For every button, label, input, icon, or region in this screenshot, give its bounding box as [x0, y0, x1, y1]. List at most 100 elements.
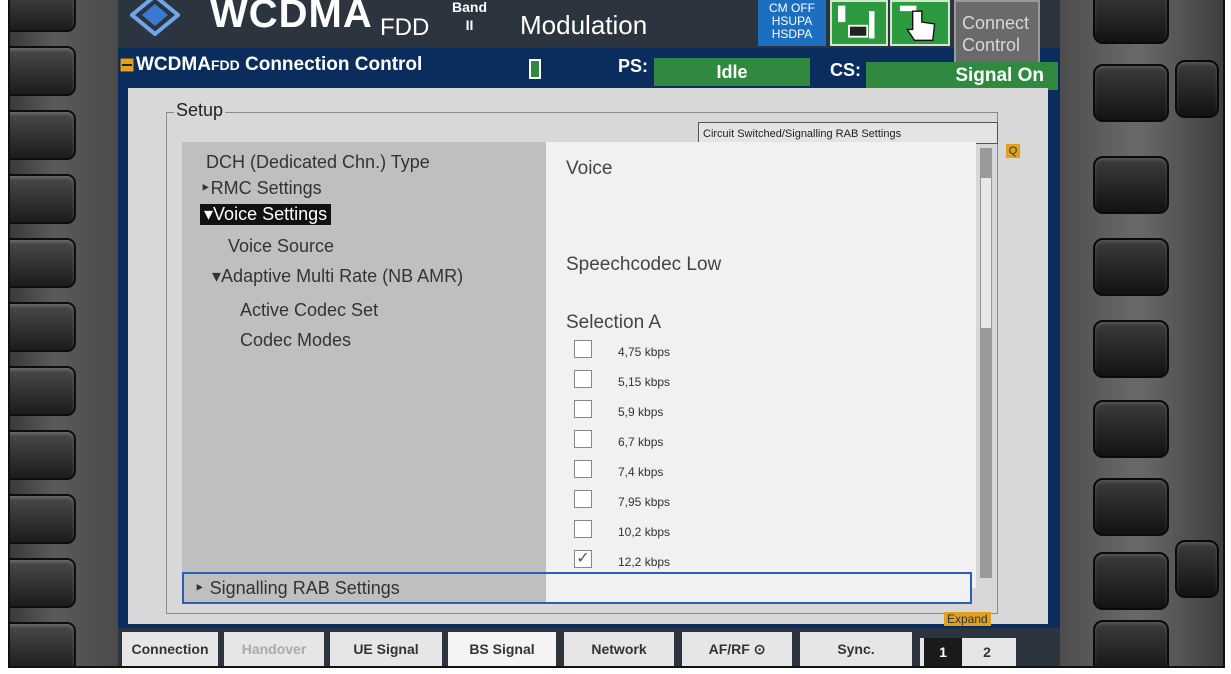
right-bezel — [1053, 0, 1223, 666]
right-softkey-7[interactable] — [1093, 478, 1169, 536]
left-softkey-11[interactable] — [10, 622, 76, 666]
codec-mode-label: 7,4 kbps — [618, 465, 664, 479]
left-softkey-3[interactable] — [10, 110, 76, 160]
left-softkey-2[interactable] — [10, 46, 76, 96]
right-softkey-2[interactable] — [1093, 64, 1169, 122]
codec-checkbox-6[interactable] — [574, 490, 592, 508]
tab-af-rf[interactable]: AF/RF ⊙ — [682, 632, 792, 666]
active-codec-set-value[interactable]: Selection A — [566, 312, 661, 334]
page-1-button[interactable]: 1 — [924, 638, 962, 666]
settings-values: Voice Speechcodec Low Selection A 4,75 k… — [546, 142, 976, 588]
hand-touch-icon[interactable] — [890, 0, 950, 46]
tab-ue-signal[interactable]: UE Signal — [330, 632, 442, 666]
rohde-schwarz-logo-icon — [130, 0, 180, 36]
hand-pointer-icon — [899, 5, 936, 42]
right-softkey-4[interactable] — [1093, 238, 1169, 296]
right-side-key-1[interactable] — [1175, 60, 1219, 118]
device-frame: WCDMA FDD Band II Modulation CM OFF HSUP… — [8, 0, 1225, 668]
codec-mode-label: 4,75 kbps — [618, 345, 671, 359]
left-softkey-4[interactable] — [10, 174, 76, 224]
codec-checkbox-2[interactable] — [574, 370, 592, 388]
menu-icon[interactable] — [120, 58, 134, 72]
left-softkey-10[interactable] — [10, 558, 76, 608]
tree-item-voice-source[interactable]: Voice Source — [228, 236, 334, 257]
tab-network[interactable]: Network — [564, 632, 674, 666]
codec-mode-label: 6,7 kbps — [618, 435, 664, 449]
dch-type-value[interactable]: Voice — [566, 158, 612, 180]
left-softkey-8[interactable] — [10, 430, 76, 480]
signalling-rab-text: Signalling RAB Settings — [209, 578, 400, 598]
left-softkey-5[interactable] — [10, 238, 76, 288]
tab-handover[interactable]: Handover — [224, 632, 324, 666]
right-softkey-9[interactable] — [1093, 620, 1169, 666]
signalling-rab-row[interactable]: ‣ Signalling RAB Settings — [182, 572, 972, 604]
title-bar: WCDMA FDD Band II Modulation CM OFF HSUP… — [118, 0, 1060, 64]
checkmark-icon: ✓ — [576, 550, 590, 567]
expand-button[interactable]: Expand — [944, 612, 991, 626]
page-selector: 1 2 — [920, 638, 1016, 666]
tab-sync[interactable]: Sync. — [800, 632, 912, 666]
phone-laptop-icon[interactable] — [830, 0, 888, 46]
right-softkey-5[interactable] — [1093, 320, 1169, 378]
connect-control-line-1: Connect — [962, 13, 1030, 33]
tree-item-codec-modes[interactable]: Codec Modes — [240, 330, 351, 351]
rab-settings-tag[interactable]: Circuit Switched/Signalling RAB Settings — [698, 122, 998, 144]
values-scrollbar[interactable] — [980, 148, 992, 578]
codec-mode-label: 5,9 kbps — [618, 405, 664, 419]
band-indicator: Band II — [452, 0, 487, 34]
page-2-button[interactable]: 2 — [968, 638, 1006, 666]
tab-connection[interactable]: Connection — [122, 632, 218, 666]
left-softkey-7[interactable] — [10, 366, 76, 416]
tab-bs-signal[interactable]: BS Signal — [448, 632, 556, 666]
right-side-key-2[interactable] — [1175, 540, 1219, 598]
band-label: Band — [452, 0, 487, 15]
right-softkey-8[interactable] — [1093, 552, 1169, 610]
codec-checkbox-5[interactable] — [574, 460, 592, 478]
tree-item-rmc-settings[interactable]: ‣RMC Settings — [200, 178, 322, 199]
codec-checkbox-8[interactable]: ✓ — [574, 550, 592, 568]
cs-status: Signal On — [866, 62, 1058, 90]
tree-label-voice: Voice Settings — [213, 204, 328, 224]
setup-content: Setup Circuit Switched/Signalling RAB Se… — [128, 88, 1048, 624]
right-softkey-3[interactable] — [1093, 156, 1169, 214]
tree-label-rmc: RMC Settings — [210, 178, 322, 198]
standard-title: WCDMA — [210, 0, 373, 36]
codec-checkbox-1[interactable] — [574, 340, 592, 358]
help-icon[interactable]: Q — [1006, 144, 1020, 158]
softkey-tabs: Connection Handover UE Signal BS Signal … — [118, 628, 1060, 666]
left-softkey-9[interactable] — [10, 494, 76, 544]
codec-checkbox-4[interactable] — [574, 430, 592, 448]
ps-status: Idle — [654, 58, 810, 86]
cs-label: CS: — [830, 60, 861, 80]
voice-source-value[interactable]: Speechcodec Low — [566, 254, 721, 276]
tree-item-amr[interactable]: ▾Adaptive Multi Rate (NB AMR) — [212, 266, 463, 287]
signalling-rab-value — [546, 574, 970, 602]
af-rf-label: AF/RF — [708, 641, 750, 657]
tree-item-voice-settings[interactable]: ▾Voice Settings — [200, 204, 332, 225]
left-softkey-1[interactable] — [10, 0, 76, 32]
left-softkey-6[interactable] — [10, 302, 76, 352]
mode-title: Modulation — [520, 10, 648, 40]
rf-connector-icon: ⊙ — [753, 641, 766, 657]
codec-mode-label: 5,15 kbps — [618, 375, 671, 389]
tree-item-dch-type[interactable]: DCH (Dedicated Chn.) Type — [206, 152, 430, 173]
expanded-arrow-icon: ▾ — [212, 266, 222, 286]
panel-title-rest: Connection Control — [245, 54, 423, 75]
phone-icon — [529, 59, 541, 79]
tree-item-active-codec-set[interactable]: Active Codec Set — [240, 300, 378, 321]
codec-checkbox-7[interactable] — [574, 520, 592, 538]
expanded-arrow-icon: ▾ — [204, 204, 214, 224]
codec-mode-label: 12,2 kbps — [618, 555, 671, 569]
scrollbar-thumb[interactable] — [981, 178, 991, 328]
right-softkey-1[interactable] — [1093, 0, 1169, 44]
fdd-label: FDD — [380, 14, 430, 41]
left-bezel — [10, 0, 120, 666]
codec-mode-label: 10,2 kbps — [618, 525, 671, 539]
status-hsdpa: HSDPA — [771, 27, 813, 41]
right-softkey-6[interactable] — [1093, 400, 1169, 458]
panel-title-main: WCDMA — [136, 54, 211, 75]
codec-checkbox-3[interactable] — [574, 400, 592, 418]
collapsed-arrow-icon: ‣ — [200, 178, 211, 198]
codec-mode-label: 7,95 kbps — [618, 495, 671, 509]
collapsed-arrow-icon: ‣ — [194, 578, 205, 598]
